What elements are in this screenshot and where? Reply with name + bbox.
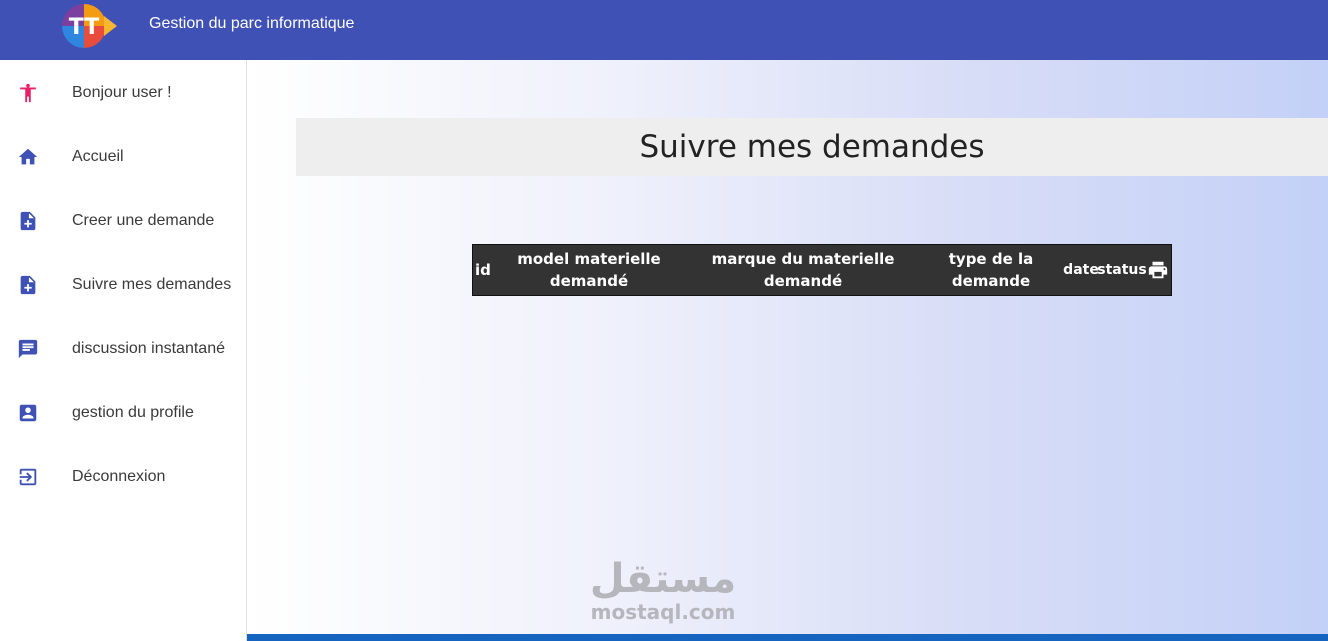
account-box-icon bbox=[19, 404, 37, 422]
watermark-latin: mostaql.com bbox=[590, 600, 736, 624]
sidebar-item-label: gestion du profile bbox=[72, 404, 194, 421]
sidebar-item-profile[interactable]: gestion du profile bbox=[0, 393, 246, 433]
sidebar-item-accueil[interactable]: Accueil bbox=[0, 137, 246, 177]
person-icon bbox=[20, 83, 36, 103]
logo-text: TT bbox=[69, 15, 100, 40]
column-header-date[interactable]: date bbox=[1063, 245, 1099, 295]
tt-logo: TT bbox=[62, 4, 117, 48]
column-header-status[interactable]: status bbox=[1097, 245, 1146, 295]
sidebar-item-deconnexion[interactable]: Déconnexion bbox=[0, 457, 246, 497]
print-icon[interactable] bbox=[1147, 259, 1169, 281]
column-header-marque[interactable]: marque du materielle demandé bbox=[698, 245, 908, 295]
main-content: Suivre mes demandes id model materielle … bbox=[247, 60, 1328, 634]
sidebar-item-creer-demande[interactable]: Creer une demande bbox=[0, 201, 246, 241]
sidebar-item-discussion[interactable]: discussion instantané bbox=[0, 329, 246, 369]
sidebar-item-user[interactable]: Bonjour user ! bbox=[0, 73, 246, 113]
column-header-model[interactable]: model materielle demandé bbox=[503, 245, 675, 295]
top-app-bar: TT Gestion du parc informatique bbox=[0, 0, 1328, 60]
sidebar-item-suivre-demandes[interactable]: Suivre mes demandes bbox=[0, 265, 246, 305]
sidebar: Bonjour user ! Accueil Creer une demande… bbox=[0, 60, 247, 641]
sidebar-item-label: Accueil bbox=[72, 148, 124, 165]
chat-icon bbox=[18, 339, 38, 359]
sidebar-item-label: Bonjour user ! bbox=[72, 84, 172, 101]
note-add-icon bbox=[20, 275, 36, 295]
mostaql-watermark: مستقل mostaql.com bbox=[583, 556, 743, 626]
sidebar-item-label: Suivre mes demandes bbox=[72, 276, 232, 293]
page-title: Suivre mes demandes bbox=[639, 129, 985, 165]
note-add-icon bbox=[20, 211, 36, 231]
watermark-arabic: مستقل bbox=[589, 556, 737, 602]
bottom-bar bbox=[247, 634, 1328, 641]
app-title: Gestion du parc informatique bbox=[149, 15, 355, 32]
sidebar-item-label: discussion instantané bbox=[72, 340, 225, 357]
column-header-id[interactable]: id bbox=[475, 245, 491, 295]
page-title-bar: Suivre mes demandes bbox=[296, 118, 1328, 176]
sidebar-item-label: Déconnexion bbox=[72, 468, 166, 485]
column-header-type[interactable]: type de la demande bbox=[935, 245, 1047, 295]
home-icon bbox=[18, 148, 38, 165]
requests-table-header: id model materielle demandé marque du ma… bbox=[472, 244, 1172, 296]
logout-icon bbox=[19, 468, 37, 486]
sidebar-item-label: Creer une demande bbox=[72, 212, 215, 229]
